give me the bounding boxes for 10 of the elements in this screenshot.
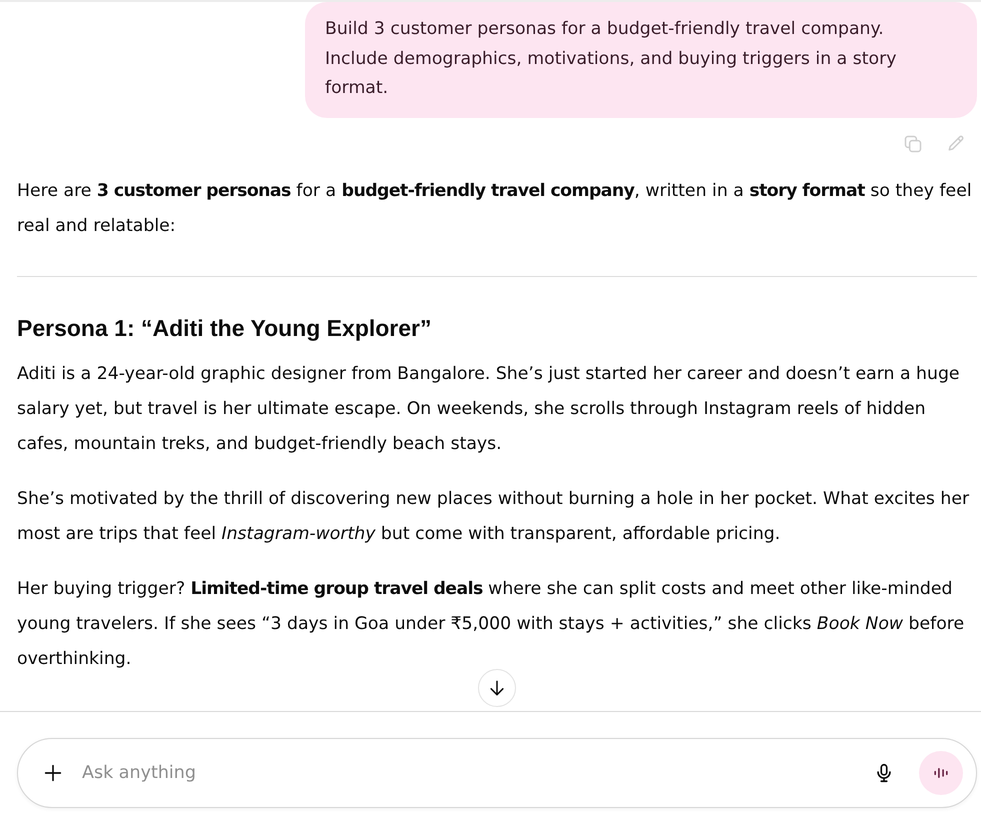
persona-paragraph: Her buying trigger? Limited-time group travel deals where she can split costs and meet other like-minded young travelers. If she sees “3 days in Goa under ₹5,000 with stays + activities,” she clicks Book Now before overthinking. bbox=[17, 578, 966, 670]
message-input[interactable]: Ask anything bbox=[76, 757, 861, 789]
response-intro: Here are 3 customer personas for a budget-friendly travel company, written in a story format so they feel real and relatable: bbox=[17, 180, 973, 238]
user-message: Build 3 customer personas for a budget-friendly travel company. Include demographics, motivations, and buying triggers in a story format. bbox=[305, 2, 977, 118]
scroll-down-button[interactable] bbox=[478, 669, 516, 707]
persona-heading: Persona 1: “Aditi the Young Explorer” bbox=[17, 314, 432, 342]
message-field[interactable]: Ask anything bbox=[17, 738, 977, 808]
persona-paragraph: She’s motivated by the thrill of discovering new places without burning a hole in her pocket. What excites her most are trips that feel Instagram-worthy but come with transparent, affordable pricing. bbox=[17, 488, 970, 546]
persona-paragraph: Aditi is a 24-year-old graphic designer from Bangalore. She’s just started her career and doesn’t earn a huge salary yet, but travel is her ultimate escape. On weekends, she scrolls through Instagram reels of hidden cafes, mountain treks, and budget-friendly beach stays. bbox=[17, 362, 961, 456]
voice-mode-button[interactable] bbox=[919, 751, 963, 795]
